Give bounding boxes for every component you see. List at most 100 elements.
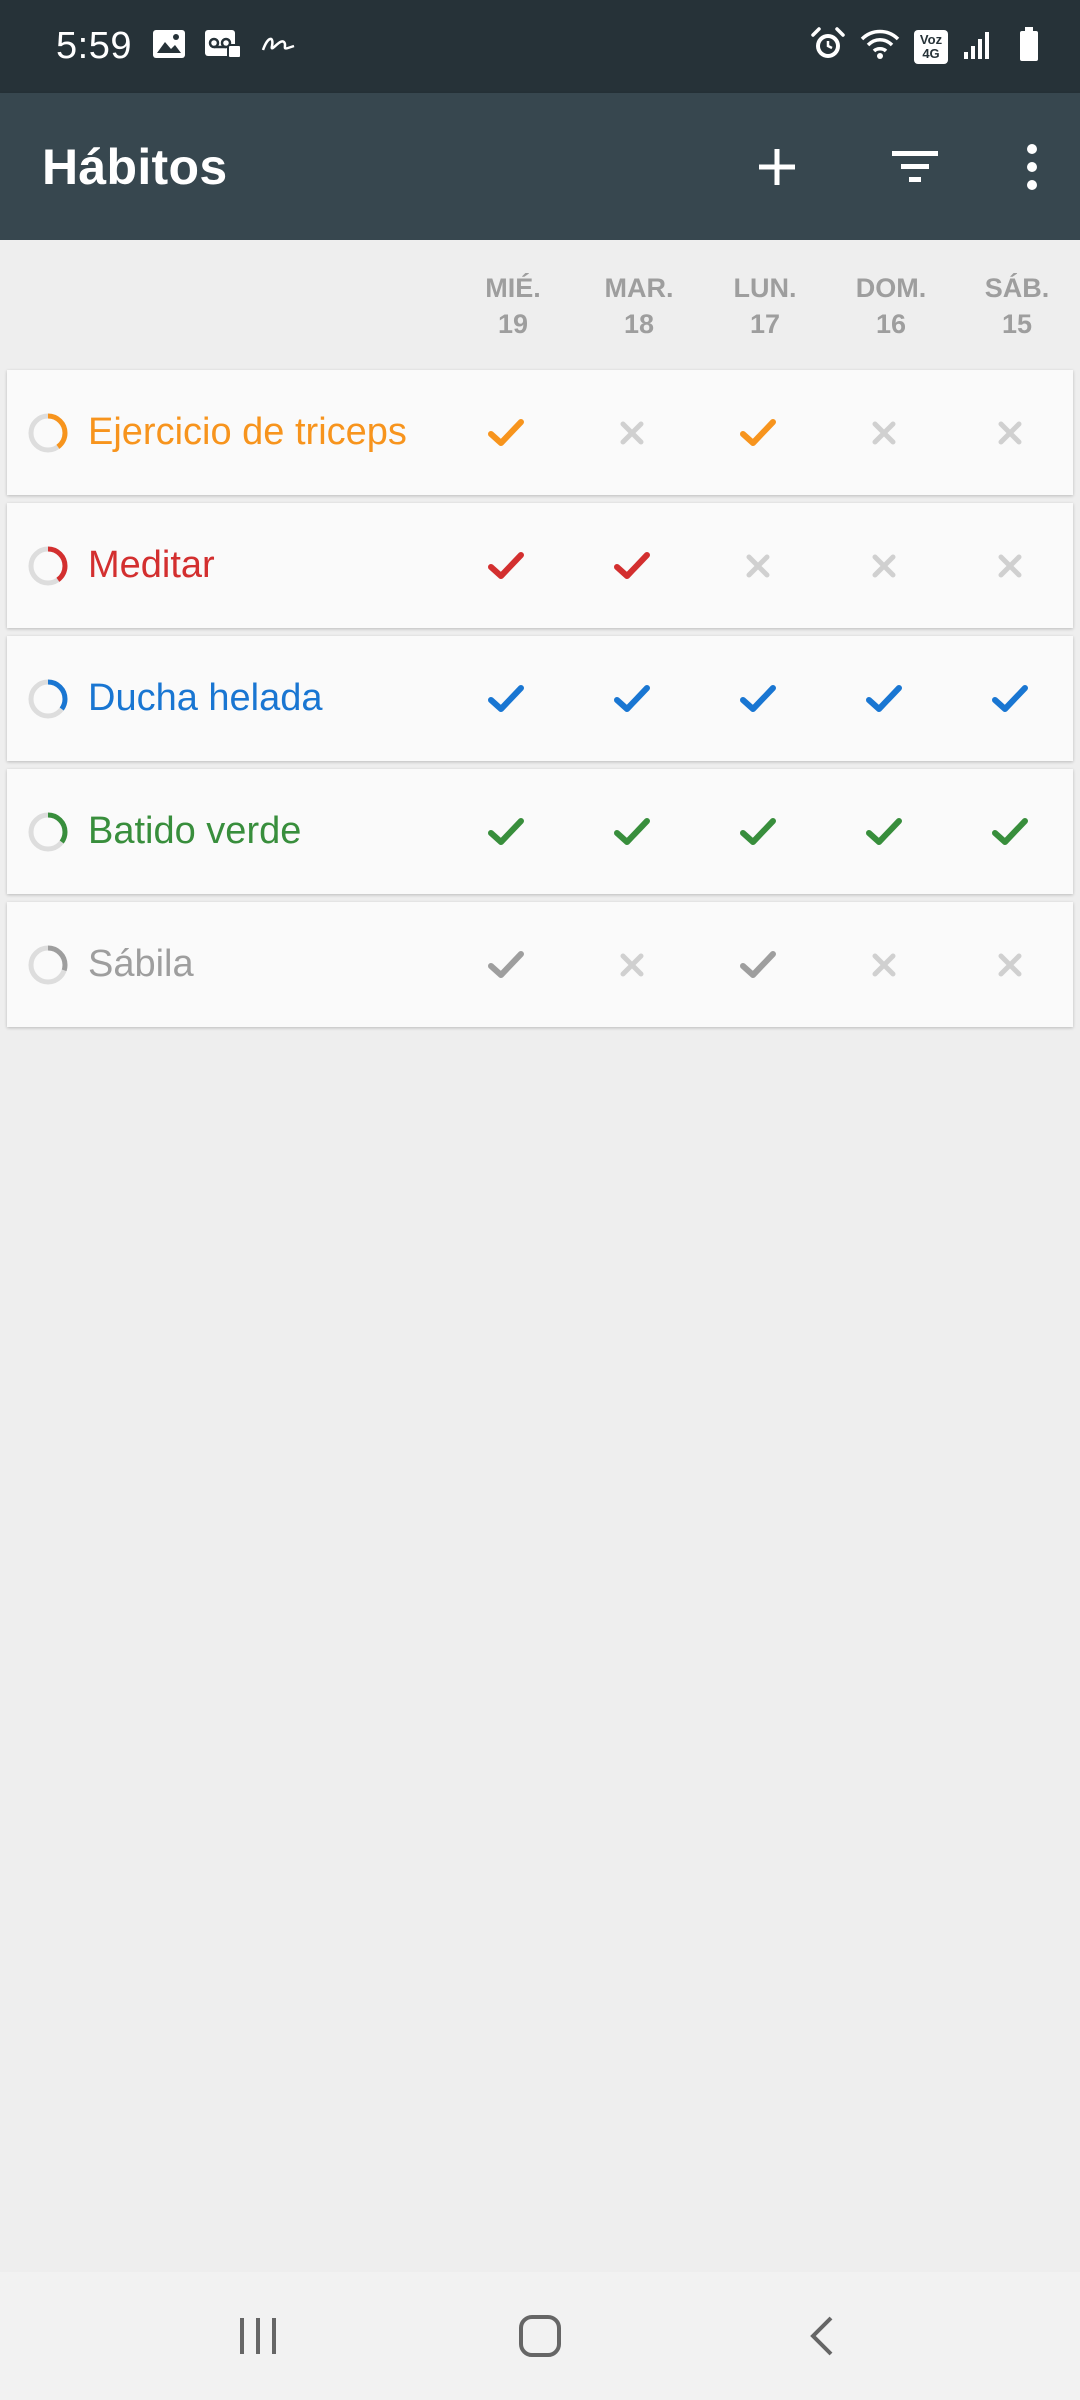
check-icon (740, 418, 776, 446)
wifi-icon (860, 27, 900, 66)
habit-check-cell[interactable] (834, 636, 934, 761)
day-header: SÁB. 15 (972, 270, 1062, 342)
habit-name: Ducha helada (88, 677, 323, 719)
alarm-icon (810, 26, 846, 67)
cross-icon (620, 421, 644, 444)
habit-card[interactable]: Batido verde (7, 769, 1073, 894)
volte-label: Voz (919, 31, 943, 47)
check-icon (740, 817, 776, 845)
status-bar: 5:59 Voz 4G (0, 0, 1080, 93)
cross-icon (872, 554, 896, 577)
image-icon (152, 29, 186, 64)
day-name: MIÉ. (485, 273, 541, 303)
overflow-menu-button[interactable] (984, 93, 1080, 240)
habit-uncheck-cell[interactable] (960, 503, 1060, 628)
app-bar: Hábitos (0, 93, 1080, 240)
cross-icon (746, 554, 770, 577)
habit-score-ring-icon (28, 679, 68, 719)
habit-check-cell[interactable] (708, 902, 808, 1027)
habit-check-cell[interactable] (456, 902, 556, 1027)
signal-icon (962, 28, 992, 65)
habit-check-cell[interactable] (456, 503, 556, 628)
back-button[interactable] (782, 2296, 862, 2376)
recent-apps-icon (240, 2318, 276, 2354)
cross-icon (998, 421, 1022, 444)
check-icon (614, 551, 650, 579)
day-number: 15 (1001, 309, 1033, 339)
habit-name: Ejercicio de triceps (88, 411, 407, 453)
habit-uncheck-cell[interactable] (582, 902, 682, 1027)
app-title: Hábitos (42, 138, 228, 195)
habit-check-cell[interactable] (456, 636, 556, 761)
cross-icon (998, 554, 1022, 577)
habit-check-cell[interactable] (708, 769, 808, 894)
check-icon (866, 817, 902, 845)
day-name: LUN. (733, 273, 797, 303)
check-icon (488, 418, 524, 446)
filter-button[interactable] (846, 93, 984, 240)
habit-card[interactable]: Sábila (7, 902, 1073, 1027)
day-number: 19 (497, 309, 529, 339)
cross-icon (872, 421, 896, 444)
habit-uncheck-cell[interactable] (708, 503, 808, 628)
habit-check-cell[interactable] (708, 636, 808, 761)
day-name: MAR. (604, 273, 674, 303)
status-time: 5:59 (56, 25, 132, 67)
more-vert-icon (1027, 143, 1037, 190)
habit-card[interactable]: Ducha helada (7, 636, 1073, 761)
habit-card[interactable]: Meditar (7, 503, 1073, 628)
volte-4g-icon: Voz 4G (914, 29, 948, 64)
day-header: MIÉ. 19 (468, 270, 558, 342)
check-icon (614, 817, 650, 845)
check-icon (488, 817, 524, 845)
check-icon (488, 551, 524, 579)
habit-uncheck-cell[interactable] (960, 902, 1060, 1027)
check-icon (992, 684, 1028, 712)
cross-icon (998, 953, 1022, 976)
habit-check-cell[interactable] (456, 769, 556, 894)
day-number: 18 (623, 309, 655, 339)
habit-name: Sábila (88, 943, 194, 985)
check-icon (488, 684, 524, 712)
habit-uncheck-cell[interactable] (834, 370, 934, 495)
habit-check-cell[interactable] (582, 503, 682, 628)
back-icon (810, 2316, 833, 2356)
check-icon (740, 950, 776, 978)
habit-check-cell[interactable] (708, 370, 808, 495)
habit-uncheck-cell[interactable] (834, 503, 934, 628)
add-icon (759, 148, 795, 185)
day-header: MAR. 18 (594, 270, 684, 342)
navigation-bar (0, 2272, 1080, 2400)
day-header: LUN. 17 (720, 270, 810, 342)
cross-icon (872, 953, 896, 976)
habit-uncheck-cell[interactable] (582, 370, 682, 495)
network-type-label: 4G (922, 45, 940, 61)
habit-score-ring-icon (28, 413, 68, 453)
habit-uncheck-cell[interactable] (960, 370, 1060, 495)
day-number: 16 (875, 309, 907, 339)
check-icon (488, 950, 524, 978)
add-habit-button[interactable] (708, 93, 846, 240)
habit-check-cell[interactable] (582, 636, 682, 761)
habit-name: Meditar (88, 544, 215, 586)
habit-check-cell[interactable] (960, 636, 1060, 761)
recent-apps-button[interactable] (218, 2296, 298, 2376)
home-button[interactable] (500, 2296, 580, 2376)
habit-score-ring-icon (28, 945, 68, 985)
voicemail-icon (204, 29, 242, 64)
habit-check-cell[interactable] (960, 769, 1060, 894)
home-icon (519, 2315, 561, 2357)
habit-check-cell[interactable] (582, 769, 682, 894)
day-header-row: MIÉ. 19 MAR. 18 LUN. 17 DOM. 16 SÁB. 15 (0, 240, 1080, 367)
day-name: DOM. (855, 273, 927, 303)
day-name: SÁB. (984, 273, 1050, 303)
cross-icon (620, 953, 644, 976)
check-icon (866, 684, 902, 712)
habit-check-cell[interactable] (834, 769, 934, 894)
habit-card[interactable]: Ejercicio de triceps (7, 370, 1073, 495)
check-icon (614, 684, 650, 712)
habit-check-cell[interactable] (456, 370, 556, 495)
battery-icon (1018, 26, 1040, 67)
day-header: DOM. 16 (846, 270, 936, 342)
habit-uncheck-cell[interactable] (834, 902, 934, 1027)
